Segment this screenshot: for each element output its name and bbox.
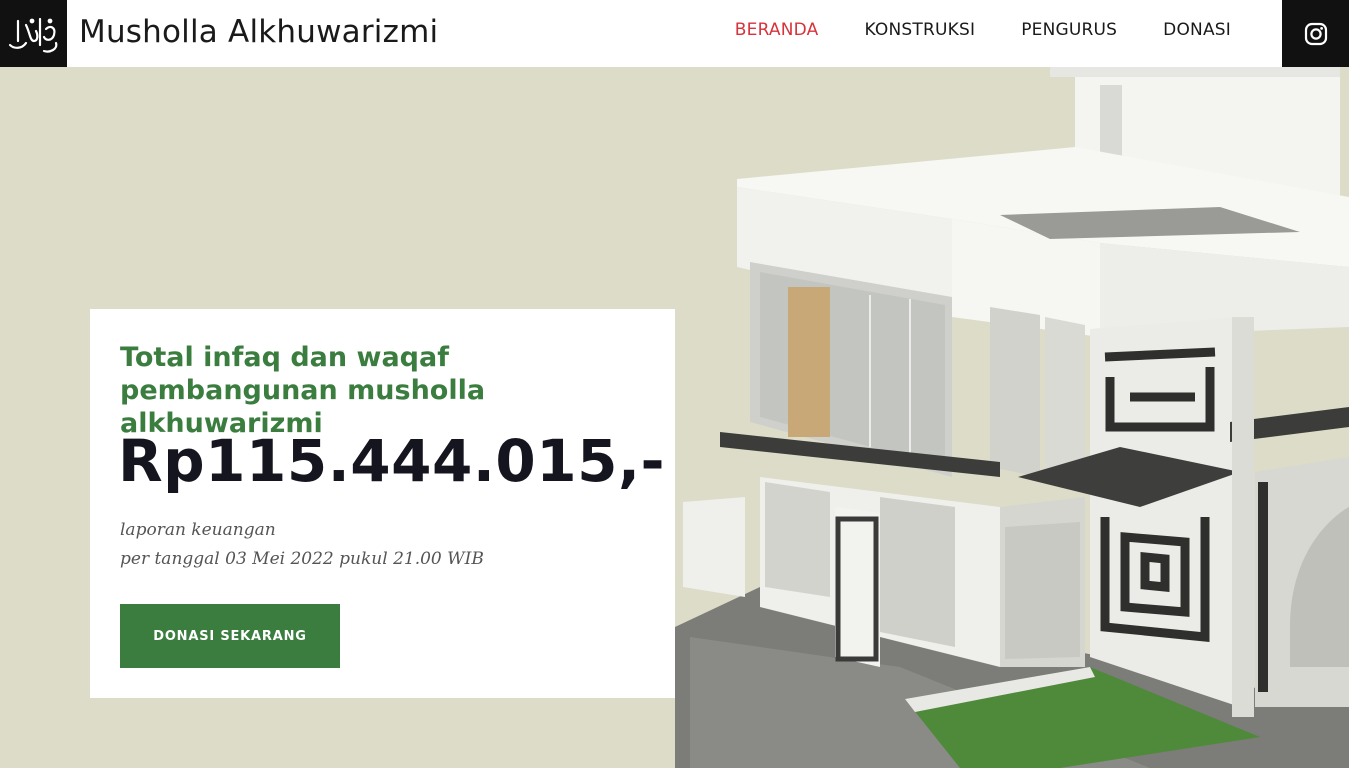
report-date: per tanggal 03 Mei 2022 pukul 21.00 WIB (120, 549, 484, 569)
main-nav: BERANDA KONSTRUKSI PENGURUS DONASI (689, 20, 1231, 40)
nav-donasi[interactable]: DONASI (1163, 20, 1231, 40)
card-title: Total infaq dan waqaf pembangunan mushol… (120, 342, 486, 439)
nav-beranda[interactable]: BERANDA (735, 20, 819, 40)
site-title[interactable]: Musholla Alkhuwarizmi (79, 14, 438, 50)
nav-konstruksi[interactable]: KONSTRUKSI (864, 20, 975, 40)
report-label: laporan keuangan (120, 520, 276, 540)
instagram-link[interactable] (1282, 0, 1349, 67)
site-header: Musholla Alkhuwarizmi BERANDA KONSTRUKSI… (0, 0, 1349, 67)
instagram-icon (1304, 22, 1327, 45)
donate-now-button[interactable]: DONASI SEKARANG (120, 604, 340, 668)
hero-section: Total infaq dan waqaf pembangunan mushol… (0, 67, 1349, 768)
total-amount: Rp115.444.015,- (118, 427, 666, 495)
calligraphy-logo-icon (8, 17, 57, 53)
logo[interactable] (0, 0, 67, 67)
nav-pengurus[interactable]: PENGURUS (1021, 20, 1117, 40)
financial-report-note: laporan keuangan per tanggal 03 Mei 2022… (120, 516, 484, 574)
donation-summary-card: Total infaq dan waqaf pembangunan mushol… (90, 309, 675, 698)
